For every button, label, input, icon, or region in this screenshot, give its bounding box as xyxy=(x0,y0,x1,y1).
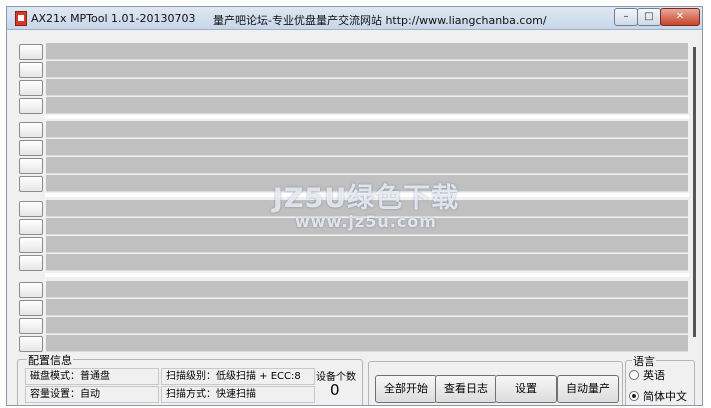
radio-chinese[interactable] xyxy=(629,391,639,401)
app-window: AX21x MPTool 1.01-20130703 量产吧论坛-专业优盘量产交… xyxy=(6,6,703,406)
config-group-title: 配置信息 xyxy=(27,352,73,368)
port-status-bar xyxy=(46,200,688,217)
port-checkbox[interactable] xyxy=(19,336,43,352)
title-bar: AX21x MPTool 1.01-20130703 量产吧论坛-专业优盘量产交… xyxy=(7,7,702,30)
port-checkbox[interactable] xyxy=(19,237,43,253)
port-checkbox[interactable] xyxy=(19,98,43,114)
port-status-bar xyxy=(46,157,688,174)
port-list xyxy=(13,33,697,401)
port-checkbox[interactable] xyxy=(19,318,43,334)
start-all-button[interactable]: 全部开始 xyxy=(375,375,437,403)
port-status-bar xyxy=(46,43,688,60)
capacity-field: 容量设置：自动 xyxy=(25,386,159,403)
settings-button[interactable]: 设置 xyxy=(495,375,557,403)
port-checkbox[interactable] xyxy=(19,201,43,217)
port-status-bar xyxy=(46,254,688,271)
port-checkbox[interactable] xyxy=(19,282,43,298)
view-log-button[interactable]: 查看日志 xyxy=(435,375,497,403)
group-separator xyxy=(45,115,689,119)
port-checkbox[interactable] xyxy=(19,176,43,192)
port-checkbox[interactable] xyxy=(19,140,43,156)
port-checkbox[interactable] xyxy=(19,44,43,60)
port-status-bar xyxy=(46,175,688,192)
close-button[interactable]: ✕ xyxy=(660,8,700,26)
port-status-bar xyxy=(46,61,688,78)
minimize-button[interactable]: – xyxy=(614,8,638,26)
port-checkbox[interactable] xyxy=(19,158,43,174)
port-status-bar xyxy=(46,317,688,334)
auto-produce-button[interactable]: 自动量产 xyxy=(557,375,619,403)
radio-english[interactable] xyxy=(629,370,639,380)
scan-level-field: 扫描级别：低级扫描 + ECC:8 xyxy=(161,368,315,385)
port-checkbox[interactable] xyxy=(19,300,43,316)
maximize-button[interactable]: □ xyxy=(637,8,661,26)
port-status-bar xyxy=(46,236,688,253)
port-status-bar xyxy=(46,139,688,156)
port-status-bar xyxy=(46,335,688,352)
port-checkbox[interactable] xyxy=(19,62,43,78)
port-checkbox[interactable] xyxy=(19,122,43,138)
radio-chinese-label: 简体中文 xyxy=(643,390,687,403)
port-checkbox[interactable] xyxy=(19,80,43,96)
window-title: AX21x MPTool 1.01-20130703 xyxy=(31,12,196,25)
scan-method-field: 扫描方式：快速扫描 xyxy=(161,386,315,403)
radio-english-label: 英语 xyxy=(643,369,665,382)
device-count-value: 0 xyxy=(330,381,340,399)
window-title-site: 量产吧论坛-专业优盘量产交流网站 http://www.liangchanba.… xyxy=(213,14,547,27)
app-icon xyxy=(15,11,27,26)
port-status-bar xyxy=(46,121,688,138)
group-separator xyxy=(45,193,689,197)
port-status-bar xyxy=(46,299,688,316)
scrollbar[interactable] xyxy=(693,47,696,337)
port-checkbox[interactable] xyxy=(19,219,43,235)
port-status-bar xyxy=(46,281,688,298)
disk-mode-field: 磁盘模式：普通盘 xyxy=(25,368,159,385)
port-status-bar xyxy=(46,79,688,96)
port-checkbox[interactable] xyxy=(19,255,43,271)
group-separator xyxy=(45,273,689,277)
port-status-bar xyxy=(46,97,688,114)
port-status-bar xyxy=(46,218,688,235)
